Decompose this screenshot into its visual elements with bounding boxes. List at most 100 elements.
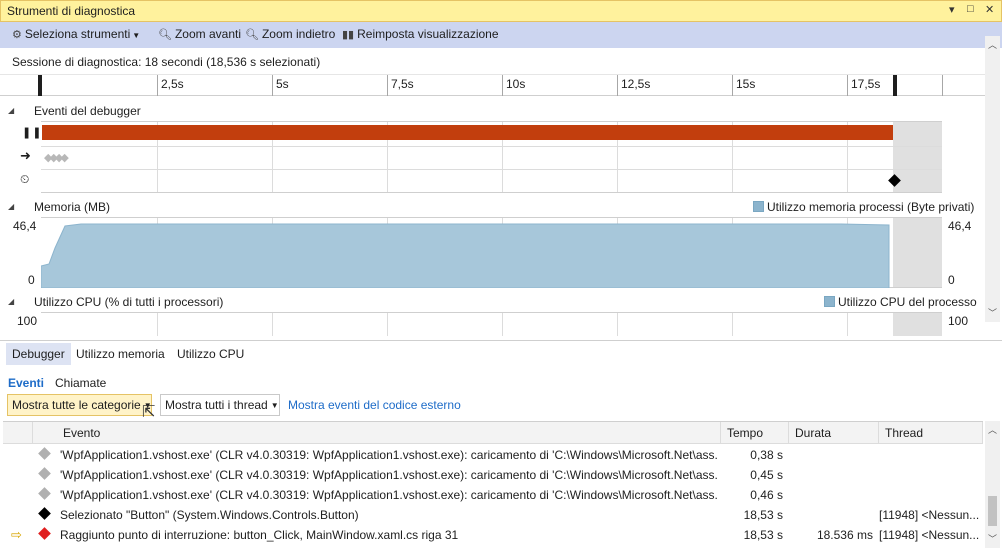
- ruler-tick: [157, 75, 158, 96]
- cpu-graph[interactable]: [41, 312, 942, 336]
- collapse-arrow-icon[interactable]: ◢: [8, 297, 14, 306]
- row-divider: [41, 146, 942, 147]
- category-filter-value: Mostra tutte le categorie: [12, 398, 141, 412]
- cpu-header[interactable]: ◢ Utilizzo CPU (% di tutti i processori)…: [0, 291, 985, 313]
- zoom-in-icon: 🔍︎: [158, 29, 172, 41]
- scroll-down-icon[interactable]: ﹀: [988, 306, 997, 319]
- window-title-bar: Strumenti di diagnostica ▾ □ ✕: [0, 0, 1002, 22]
- timeline-ruler[interactable]: 2,5s 5s 7,5s 10s 12,5s 15s 17,5s: [0, 74, 985, 96]
- tab-memory-usage[interactable]: Utilizzo memoria: [70, 343, 171, 365]
- toolbar: ⚙ Seleziona strumenti ▼ 🔍︎ Zoom avanti 🔍︎ Zo…: [0, 22, 1002, 48]
- bar-chart-icon: ▮▮: [342, 29, 355, 41]
- table-scrollbar[interactable]: ︿ ﹀: [985, 421, 1000, 548]
- ruler-tick-label: 2,5s: [161, 77, 184, 91]
- break-bar[interactable]: [42, 125, 893, 140]
- tab-cpu-usage[interactable]: Utilizzo CPU: [171, 343, 250, 365]
- table-row[interactable]: Selezionato "Button" (System.Windows.Con…: [3, 505, 983, 525]
- grid-line: [387, 313, 388, 336]
- external-code-events-link[interactable]: Mostra eventi del codice esterno: [288, 398, 461, 412]
- black-diamond-icon: [38, 507, 51, 520]
- category-filter-dropdown[interactable]: Mostra tutte le categorie ▼: [7, 394, 152, 416]
- scroll-up-icon[interactable]: ︿: [988, 38, 997, 51]
- thread-filter-value: Mostra tutti i thread: [165, 398, 268, 412]
- memory-legend-label: Utilizzo memoria processi (Byte privati): [767, 200, 975, 214]
- table-row[interactable]: 'WpfApplication1.vshost.exe' (CLR v4.0.3…: [3, 485, 983, 505]
- ruler-tick-label: 10s: [506, 77, 526, 91]
- select-tools-button[interactable]: ⚙ Seleziona strumenti ▼: [12, 27, 140, 41]
- column-header-time[interactable]: Tempo: [721, 422, 789, 444]
- step-icon: ➜: [20, 148, 31, 163]
- time-cell: 0,46 s: [750, 488, 783, 502]
- scroll-up-icon[interactable]: ︿: [988, 423, 997, 436]
- current-row-arrow-icon: ⇨: [11, 527, 22, 542]
- collapse-arrow-icon[interactable]: ◢: [8, 106, 14, 115]
- memory-area: [41, 223, 890, 288]
- column-header-icon[interactable]: [3, 422, 33, 444]
- collapse-arrow-icon[interactable]: ◢: [8, 202, 14, 211]
- event-cell: 'WpfApplication1.vshost.exe' (CLR v4.0.3…: [60, 448, 717, 462]
- time-cell: 0,45 s: [750, 468, 783, 482]
- grid-line: [502, 313, 503, 336]
- cpu-max-label-left: 100: [17, 314, 38, 328]
- row-divider: [41, 169, 942, 170]
- time-cell: 18,53 s: [743, 508, 783, 522]
- subtab-calls[interactable]: Chiamate: [55, 376, 106, 390]
- pause-icon: ❚❚: [22, 127, 43, 139]
- zoom-in-button[interactable]: 🔍︎ Zoom avanti: [158, 27, 241, 41]
- memory-title: Memoria (MB): [34, 200, 111, 214]
- zoom-out-button[interactable]: 🔍︎ Zoom indietro: [245, 27, 335, 41]
- debugger-events-graph[interactable]: ◆◆◆◆: [41, 121, 942, 193]
- ruler-tick: [942, 75, 943, 96]
- memory-header[interactable]: ◢ Memoria (MB) Utilizzo memoria processi…: [0, 196, 985, 218]
- chevron-down-icon: ▼: [270, 401, 279, 410]
- cpu-title: Utilizzo CPU (% di tutti i processori): [34, 295, 224, 309]
- ruler-tick-label: 7,5s: [391, 77, 414, 91]
- memory-area-plot: [41, 223, 890, 288]
- ruler-tick: [732, 75, 733, 96]
- thread-cell: [11948] <Nessun...: [879, 508, 979, 522]
- reset-view-button[interactable]: ▮▮ Reimposta visualizzazione: [342, 27, 499, 41]
- ruler-tick: [387, 75, 388, 96]
- zoom-out-label: Zoom indietro: [261, 27, 336, 41]
- selection-end-handle[interactable]: [893, 75, 897, 96]
- gray-diamond-icon: [38, 487, 51, 500]
- zoom-out-icon: 🔍︎: [245, 29, 259, 41]
- subtab-events[interactable]: Eventi: [8, 376, 44, 390]
- session-bar: Sessione di diagnostica: 18 secondi (18,…: [0, 48, 985, 74]
- graph-scrollbar[interactable]: ︿ ﹀: [985, 36, 1000, 322]
- event-cell: 'WpfApplication1.vshost.exe' (CLR v4.0.3…: [60, 488, 717, 502]
- table-row[interactable]: 'WpfApplication1.vshost.exe' (CLR v4.0.3…: [3, 445, 983, 465]
- gray-diamond-icon: [38, 447, 51, 460]
- thread-filter-dropdown[interactable]: Mostra tutti i thread ▼: [160, 394, 280, 416]
- memory-min-label-left: 0: [28, 273, 35, 287]
- table-row[interactable]: ⇨ Raggiunto punto di interruzione: butto…: [3, 525, 983, 545]
- event-cell: Selezionato "Button" (System.Windows.Con…: [60, 508, 359, 522]
- table-row[interactable]: 'WpfApplication1.vshost.exe' (CLR v4.0.3…: [3, 465, 983, 485]
- mouse-cursor-icon: ⇱: [142, 404, 156, 421]
- column-header-thread[interactable]: Thread: [879, 422, 983, 444]
- close-icon[interactable]: ✕: [985, 3, 994, 16]
- scroll-down-icon[interactable]: ﹀: [988, 532, 997, 545]
- memory-max-label-left: 46,4: [13, 219, 37, 233]
- event-cell: 'WpfApplication1.vshost.exe' (CLR v4.0.3…: [60, 468, 717, 482]
- gear-icon: ⚙: [12, 29, 22, 41]
- memory-graph[interactable]: [41, 217, 942, 288]
- ruler-tick-label: 17,5s: [851, 77, 881, 91]
- debugger-events-title: Eventi del debugger: [34, 104, 141, 118]
- window-menu-icon[interactable]: ▾: [949, 3, 955, 16]
- gray-diamond-icon: [38, 467, 51, 480]
- legend-swatch: [824, 296, 835, 307]
- scroll-thumb[interactable]: [988, 496, 997, 526]
- column-header-event[interactable]: Evento: [33, 422, 721, 444]
- cpu-legend-label: Utilizzo CPU del processo: [838, 295, 977, 309]
- ruler-tick-label: 15s: [736, 77, 756, 91]
- grid-line: [617, 313, 618, 336]
- reset-view-label: Reimposta visualizzazione: [357, 27, 499, 41]
- selection-start-handle[interactable]: [38, 75, 42, 96]
- memory-legend: Utilizzo memoria processi (Byte privati): [753, 200, 974, 214]
- event-diamonds[interactable]: ◆◆◆◆: [44, 151, 69, 164]
- tab-debugger[interactable]: Debugger: [6, 343, 71, 365]
- maximize-icon[interactable]: □: [967, 3, 974, 15]
- column-header-duration[interactable]: Durata: [789, 422, 879, 444]
- debugger-events-header[interactable]: ◢ Eventi del debugger: [0, 100, 985, 122]
